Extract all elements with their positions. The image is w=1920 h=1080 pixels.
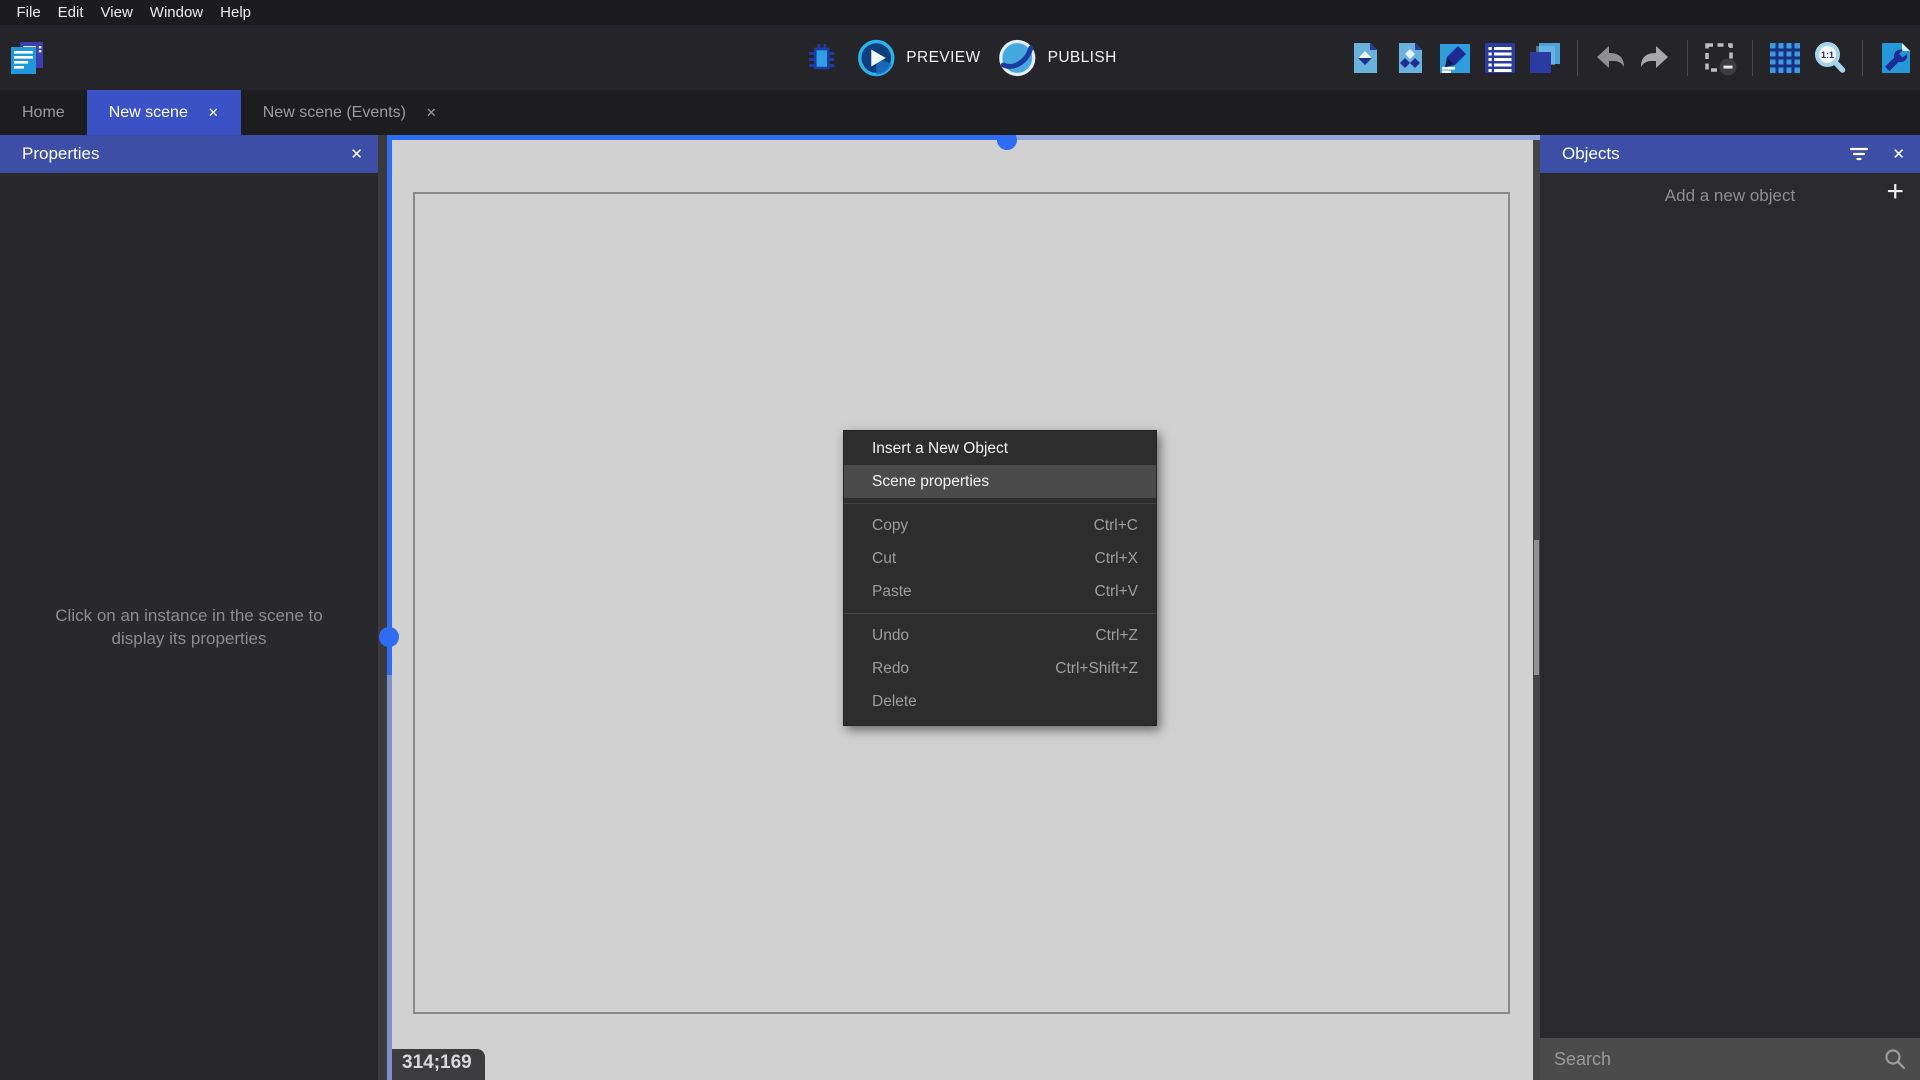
add-new-object-row[interactable]: Add a new object +: [1540, 173, 1920, 219]
objects-panel-title: Objects: [1562, 144, 1620, 164]
menu-edit[interactable]: Edit: [49, 4, 92, 21]
cursor-coordinates-badge: 314;169: [392, 1049, 485, 1080]
plus-icon[interactable]: +: [1886, 175, 1904, 209]
menu-bar: File Edit View Window Help: [0, 0, 1920, 25]
open-layers-editor-icon[interactable]: [1527, 40, 1563, 76]
properties-empty-message: Click on an instance in the scene to dis…: [55, 604, 322, 650]
properties-panel-body: Click on an instance in the scene to dis…: [0, 173, 378, 1080]
objects-panel: Objects ✕ Add a new object +: [1540, 135, 1920, 1080]
publish-globe-icon: [998, 38, 1038, 78]
tab-new-scene-events[interactable]: New scene (Events) ✕: [241, 90, 459, 135]
open-properties-panel-icon[interactable]: [1437, 40, 1473, 76]
canvas-left-scroll-track[interactable]: [378, 135, 387, 1080]
open-object-groups-editor-icon[interactable]: [1392, 40, 1428, 76]
publish-label: PUBLISH: [1048, 49, 1117, 67]
menu-view[interactable]: View: [92, 4, 141, 21]
scene-canvas[interactable]: 314;169 Insert a New Object Scene proper…: [378, 135, 1540, 1080]
preview-button[interactable]: PREVIEW: [856, 38, 980, 78]
context-menu-separator: [844, 613, 1156, 614]
zoom-ratio-label: 1:1: [1821, 50, 1834, 60]
redo-icon[interactable]: [1637, 40, 1673, 76]
preview-label: PREVIEW: [906, 49, 980, 67]
canvas-top-scroll-indicator[interactable]: [387, 135, 1540, 140]
menu-window[interactable]: Window: [141, 4, 211, 21]
context-menu-item-delete[interactable]: Delete: [844, 685, 1156, 718]
canvas-left-scroll-indicator[interactable]: [387, 135, 392, 1080]
shortcut-label: Ctrl+V: [1095, 583, 1139, 601]
objects-panel-body: [1540, 219, 1920, 1038]
shortcut-label: Ctrl+Shift+Z: [1055, 660, 1138, 678]
context-menu-separator: [844, 503, 1156, 504]
toolbar-separator: [1752, 40, 1753, 76]
publish-button[interactable]: PUBLISH: [998, 38, 1117, 78]
open-instances-list-icon[interactable]: [1482, 40, 1518, 76]
context-menu-item-insert-new-object[interactable]: Insert a New Object: [844, 432, 1156, 465]
toolbar-separator: [1687, 40, 1688, 76]
tab-home[interactable]: Home: [0, 90, 87, 135]
context-menu: Insert a New Object Scene properties Cop…: [843, 430, 1157, 726]
context-menu-item-copy[interactable]: Copy Ctrl+C: [844, 509, 1156, 542]
close-icon[interactable]: ✕: [350, 145, 363, 163]
menu-help[interactable]: Help: [212, 4, 260, 21]
search-icon: [1884, 1048, 1906, 1070]
filter-icon[interactable]: [1850, 147, 1868, 161]
edit-scene-properties-icon[interactable]: [1877, 40, 1913, 76]
properties-panel-header: Properties ✕: [0, 135, 378, 173]
toolbar: PREVIEW PUBLISH: [0, 25, 1920, 90]
tab-close-icon[interactable]: ✕: [426, 105, 437, 121]
toolbar-separator: [1577, 40, 1578, 76]
tab-label: New scene (Events): [263, 104, 406, 122]
objects-panel-header: Objects ✕: [1540, 135, 1920, 173]
main-area: Properties ✕ Click on an instance in the…: [0, 135, 1920, 1080]
tab-new-scene[interactable]: New scene ✕: [87, 90, 241, 135]
shortcut-label: Ctrl+Z: [1095, 627, 1138, 645]
properties-panel: Properties ✕ Click on an instance in the…: [0, 135, 378, 1080]
properties-panel-title: Properties: [22, 144, 99, 164]
tab-bar: Home New scene ✕ New scene (Events) ✕: [0, 90, 1920, 135]
project-manager-icon[interactable]: [8, 39, 46, 77]
open-objects-editor-icon[interactable]: [1347, 40, 1383, 76]
play-preview-icon: [856, 38, 896, 78]
objects-search-bar: [1540, 1038, 1920, 1080]
tab-label: New scene: [109, 104, 188, 122]
toggle-grid-icon[interactable]: [1767, 40, 1803, 76]
context-menu-item-scene-properties[interactable]: Scene properties: [844, 465, 1156, 498]
canvas-right-scrollbar-thumb[interactable]: [1534, 540, 1539, 675]
zoom-1-1-icon[interactable]: 1:1: [1812, 40, 1848, 76]
context-menu-item-undo[interactable]: Undo Ctrl+Z: [844, 619, 1156, 652]
debugger-icon[interactable]: [803, 40, 839, 76]
context-menu-item-cut[interactable]: Cut Ctrl+X: [844, 542, 1156, 575]
context-menu-item-paste[interactable]: Paste Ctrl+V: [844, 575, 1156, 608]
objects-search-input[interactable]: [1554, 1049, 1884, 1070]
toolbar-separator: [1862, 40, 1863, 76]
tab-label: Home: [22, 104, 65, 122]
delete-selection-icon[interactable]: [1702, 40, 1738, 76]
shortcut-label: Ctrl+C: [1094, 517, 1138, 535]
close-icon[interactable]: ✕: [1892, 145, 1905, 163]
undo-icon[interactable]: [1592, 40, 1628, 76]
context-menu-item-redo[interactable]: Redo Ctrl+Shift+Z: [844, 652, 1156, 685]
menu-file[interactable]: File: [8, 4, 49, 21]
canvas-top-scroll-handle[interactable]: [997, 135, 1017, 150]
canvas-left-scroll-handle[interactable]: [379, 627, 399, 647]
canvas-right-scrollbar[interactable]: [1533, 140, 1540, 1080]
tab-close-icon[interactable]: ✕: [208, 105, 219, 121]
add-new-object-label: Add a new object: [1665, 186, 1795, 206]
shortcut-label: Ctrl+X: [1095, 550, 1139, 568]
